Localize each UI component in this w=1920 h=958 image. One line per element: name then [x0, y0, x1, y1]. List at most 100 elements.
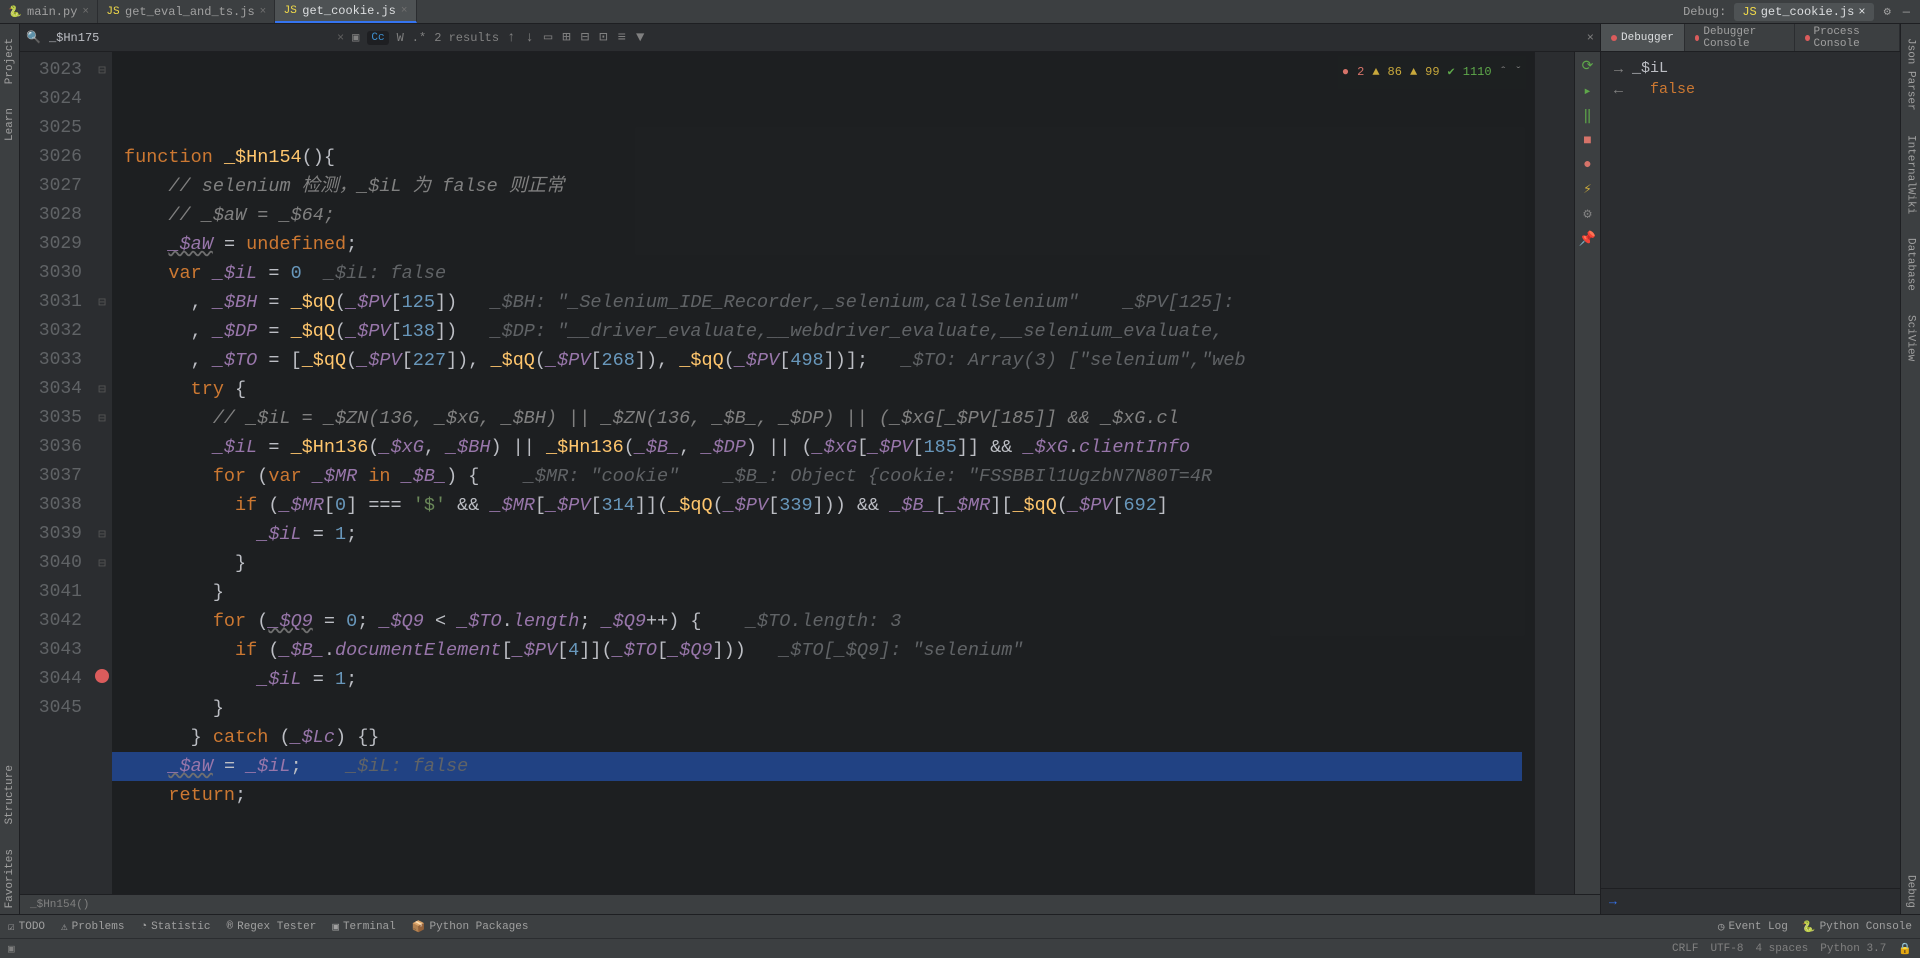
status-terminal[interactable]: ▣ Terminal: [332, 920, 395, 934]
close-icon[interactable]: ×: [1858, 5, 1865, 19]
tool-learn[interactable]: Learn: [4, 102, 16, 147]
search-bar: 🔍 × ▣ Cc W .* 2 results ↑ ↓ ▭ ⊞ ⊟ ⊡ ≡ ▼: [20, 24, 1600, 52]
ok-icon: ✔: [1448, 58, 1455, 87]
next-match-icon[interactable]: ↓: [525, 30, 533, 46]
mute-breakpoints-icon[interactable]: ⚡: [1583, 181, 1591, 198]
debugger-watches[interactable]: → _$iL ← false: [1601, 52, 1900, 888]
warning-icon: ▲: [1372, 58, 1379, 87]
warning-icon: ▲: [1410, 58, 1417, 87]
tool-json-parser[interactable]: Json Parser: [1905, 32, 1917, 117]
status-problems[interactable]: ⚠ Problems: [61, 920, 124, 934]
debug-label: Debug:: [1683, 5, 1726, 19]
debugger-input[interactable]: →: [1601, 888, 1900, 914]
minimap[interactable]: [1534, 52, 1574, 894]
remove-selection-icon[interactable]: ⊟: [581, 29, 589, 46]
status-python-packages[interactable]: 📦 Python Packages: [412, 920, 529, 934]
add-selection-icon[interactable]: ⊞: [562, 29, 570, 46]
chevron-down-icon[interactable]: ˇ: [1515, 58, 1522, 87]
status-lock-icon[interactable]: 🔒: [1898, 942, 1912, 956]
breakpoint-dot-icon: [1611, 35, 1617, 41]
tool-project[interactable]: Project: [4, 32, 16, 90]
watch-result: false: [1632, 81, 1695, 98]
debug-config-tab[interactable]: JS get_cookie.js ×: [1734, 3, 1873, 21]
tab-label: get_eval_and_ts.js: [125, 5, 255, 19]
pin-icon[interactable]: 📌: [1579, 231, 1596, 248]
inspections-summary[interactable]: ●2 ▲86 ▲99 ✔1110 ˆ ˇ: [1338, 56, 1526, 89]
python-icon: 🐍: [8, 5, 22, 19]
line-numbers-gutter: 3023302430253026302730283029303030313032…: [20, 52, 92, 894]
tab-main-py[interactable]: 🐍 main.py ×: [0, 0, 98, 23]
error-icon: ●: [1342, 58, 1349, 87]
resume-icon[interactable]: ▸: [1583, 83, 1591, 100]
tool-database[interactable]: Database: [1905, 232, 1917, 297]
tool-sciview[interactable]: SciView: [1905, 309, 1917, 367]
editor-pane: 🔍 × ▣ Cc W .* 2 results ↑ ↓ ▭ ⊞ ⊟ ⊡ ≡ ▼: [20, 24, 1600, 914]
status-regex-tester[interactable]: ® Regex Tester: [227, 921, 317, 933]
status-encoding[interactable]: UTF-8: [1710, 943, 1743, 955]
editor-tabs-row: 🐍 main.py × JS get_eval_and_ts.js × JS g…: [0, 0, 1920, 24]
status-bar: ▣ CRLF UTF-8 4 spaces Python 3.7 🔒: [0, 938, 1920, 958]
pause-icon[interactable]: ‖: [1583, 108, 1591, 125]
tab-label: main.py: [27, 5, 77, 19]
process-console-tab[interactable]: Process Console: [1795, 24, 1900, 51]
status-crlf[interactable]: CRLF: [1672, 943, 1698, 955]
status-python-console[interactable]: 🐍 Python Console: [1802, 920, 1912, 934]
gear-icon[interactable]: ⚙: [1583, 206, 1591, 223]
export-icon[interactable]: ⊡: [599, 29, 607, 46]
search-results-count: 2 results: [434, 31, 499, 45]
show-tool-windows-icon[interactable]: ▣: [8, 942, 15, 956]
status-interpreter[interactable]: Python 3.7: [1820, 943, 1886, 955]
match-case-button[interactable]: Cc: [367, 31, 388, 45]
debugger-tab[interactable]: Debugger: [1601, 24, 1685, 51]
code-editor[interactable]: ●2 ▲86 ▲99 ✔1110 ˆ ˇ function _$Hn154(){…: [112, 52, 1534, 894]
js-icon: JS: [106, 5, 120, 19]
status-todo[interactable]: ☑ TODO: [8, 920, 45, 934]
regex-button[interactable]: .*: [412, 31, 426, 45]
list-icon[interactable]: ≡: [618, 30, 626, 46]
filter-icon[interactable]: ▼: [636, 30, 644, 46]
chevron-up-icon[interactable]: ˆ: [1500, 58, 1507, 87]
breadcrumbs-bar[interactable]: _$Hn154(): [20, 894, 1600, 914]
clear-icon[interactable]: ×: [337, 31, 344, 45]
pin-icon[interactable]: ▣: [352, 30, 359, 45]
search-input[interactable]: [49, 31, 329, 45]
status-statistic[interactable]: ◔ Statistic: [140, 921, 210, 933]
prompt-arrow-icon: →: [1609, 894, 1617, 909]
fold-gutter[interactable]: ⊟ ⊟ ⊟⊟ ⊟⊟: [92, 52, 112, 894]
rerun-icon[interactable]: ⟳: [1582, 58, 1594, 75]
tab-label: get_cookie.js: [302, 4, 396, 18]
words-button[interactable]: W: [397, 31, 404, 45]
tool-favorites[interactable]: Favorites: [4, 843, 16, 914]
tab-get-eval[interactable]: JS get_eval_and_ts.js ×: [98, 0, 275, 23]
breakpoint-dot-icon: [1805, 35, 1810, 41]
gear-icon[interactable]: ⚙: [1882, 4, 1893, 19]
prev-match-icon[interactable]: ↑: [507, 30, 515, 46]
breakpoint-dot-icon: [1695, 35, 1700, 41]
js-icon: JS: [283, 4, 297, 18]
debugger-console-tab[interactable]: Debugger Console: [1685, 24, 1795, 51]
minimize-icon[interactable]: —: [1901, 5, 1912, 19]
stop-icon[interactable]: ■: [1583, 133, 1591, 149]
tool-internal-wiki[interactable]: InternalWiki: [1905, 129, 1917, 220]
bottom-tool-bar: ☑ TODO ⚠ Problems ◔ Statistic ® Regex Te…: [0, 914, 1920, 938]
debugger-panel: Debugger Debugger Console Process Consol…: [1600, 24, 1900, 914]
search-icon: 🔍: [26, 30, 41, 45]
arrow-right-icon: →: [1611, 60, 1626, 77]
left-tool-window-bar: Project Learn Structure Favorites: [0, 24, 20, 914]
status-event-log[interactable]: ◷ Event Log: [1718, 920, 1788, 934]
tab-get-cookie[interactable]: JS get_cookie.js ×: [275, 0, 416, 23]
close-search-icon[interactable]: ×: [1587, 31, 1594, 45]
select-all-icon[interactable]: ▭: [544, 29, 552, 46]
arrow-left-icon: ←: [1611, 81, 1626, 98]
debug-tool-strip: ⟳ ▸ ‖ ■ ● ⚡ ⚙ 📌: [1574, 52, 1600, 894]
status-indent[interactable]: 4 spaces: [1755, 943, 1808, 955]
watch-expression: _$iL: [1632, 60, 1668, 77]
tool-structure[interactable]: Structure: [4, 759, 16, 830]
right-tool-window-bar: Json Parser InternalWiki Database SciVie…: [1900, 24, 1920, 914]
breakpoints-icon[interactable]: ●: [1583, 157, 1591, 173]
tool-debug[interactable]: Debug: [1905, 869, 1917, 914]
js-icon: JS: [1742, 5, 1756, 19]
close-icon[interactable]: ×: [82, 6, 89, 18]
close-icon[interactable]: ×: [401, 5, 408, 17]
close-icon[interactable]: ×: [260, 6, 267, 18]
